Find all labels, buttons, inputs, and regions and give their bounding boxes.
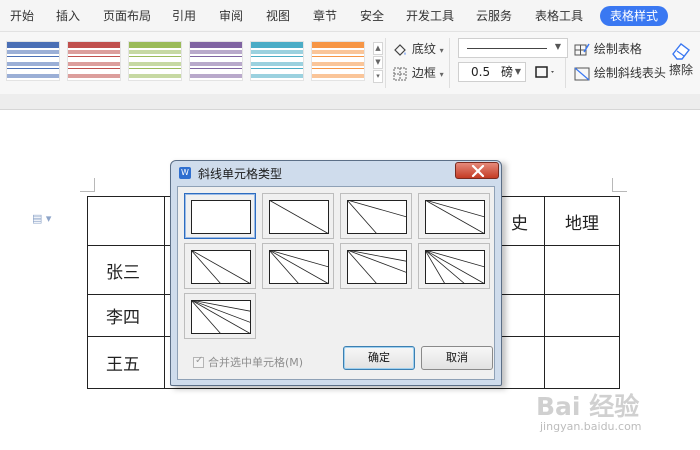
line-width-select[interactable]: 0.5 磅 ▼ bbox=[458, 62, 526, 82]
ok-button[interactable]: 确定 bbox=[343, 346, 415, 370]
table-style-swatch[interactable] bbox=[67, 41, 121, 81]
draw-diagonal-header-button[interactable]: 绘制斜线表头 bbox=[574, 64, 666, 82]
page-corner-mark bbox=[94, 178, 95, 192]
menu-table-style[interactable]: 表格样式 bbox=[600, 6, 668, 26]
border-button[interactable]: 边框 ▾ bbox=[392, 64, 444, 82]
border-color-icon bbox=[535, 66, 554, 78]
gallery-expand[interactable]: ▾ bbox=[373, 70, 383, 83]
table-style-swatch[interactable] bbox=[311, 41, 365, 81]
merge-cells-label: 合并选中单元格(M) bbox=[208, 356, 304, 369]
diagonal-header-icon bbox=[574, 67, 590, 80]
diagonal-type-preview-icon bbox=[269, 250, 329, 284]
checkmark-icon: ✓ bbox=[195, 355, 204, 366]
wps-app-icon: W bbox=[179, 167, 191, 179]
draw-table-label: 绘制表格 bbox=[593, 42, 642, 56]
menu-developer[interactable]: 开发工具 bbox=[406, 0, 454, 32]
diagonal-type-preview-icon bbox=[425, 200, 485, 234]
draw-diagonal-header-label: 绘制斜线表头 bbox=[593, 66, 666, 80]
student-name-cell[interactable]: 张三 bbox=[87, 245, 165, 295]
gallery-scroll-down[interactable]: ▼ bbox=[373, 56, 383, 69]
shading-button[interactable]: 底纹 ▾ bbox=[392, 40, 444, 58]
table-cell[interactable] bbox=[544, 336, 620, 389]
eraser-icon bbox=[672, 43, 690, 60]
table-style-swatch[interactable] bbox=[189, 41, 243, 81]
border-color-button[interactable] bbox=[533, 62, 557, 82]
ribbon-footer bbox=[0, 94, 700, 110]
watermark-url: jingyan.baidu.com bbox=[540, 420, 642, 433]
diagonal-type-preview-icon bbox=[191, 300, 251, 334]
diagonal-type-preview-icon bbox=[347, 250, 407, 284]
close-icon bbox=[471, 165, 485, 177]
ribbon-separator bbox=[449, 38, 450, 88]
menu-table-tools[interactable]: 表格工具 bbox=[535, 0, 583, 32]
diagonal-type-preview-icon bbox=[347, 200, 407, 234]
menu-section[interactable]: 章节 bbox=[313, 0, 337, 32]
menu-cloud[interactable]: 云服务 bbox=[476, 0, 512, 32]
table-cell[interactable] bbox=[544, 245, 620, 295]
draw-table-button[interactable]: 绘制表格 bbox=[574, 40, 642, 58]
table-cell[interactable] bbox=[544, 294, 620, 337]
gallery-scroll-up[interactable]: ▲ bbox=[373, 42, 383, 55]
paint-bucket-icon bbox=[394, 43, 406, 56]
dialog-titlebar[interactable]: W 斜线单元格类型 bbox=[171, 161, 501, 185]
cancel-button[interactable]: 取消 bbox=[421, 346, 493, 370]
ribbon-separator bbox=[385, 38, 386, 88]
diagonal-type-preview-icon bbox=[425, 250, 485, 284]
menu-page-layout[interactable]: 页面布局 bbox=[103, 0, 151, 32]
diagonal-type-option[interactable] bbox=[340, 243, 412, 289]
menu-security[interactable]: 安全 bbox=[360, 0, 384, 32]
page-corner-mark bbox=[613, 191, 627, 192]
dialog-body: ✓ 合并选中单元格(M) 确定 取消 bbox=[177, 186, 495, 380]
diagonal-type-option[interactable] bbox=[184, 293, 256, 339]
line-width-unit: 磅 bbox=[501, 65, 514, 79]
diagonal-type-option[interactable] bbox=[184, 193, 256, 239]
page-corner-mark bbox=[612, 178, 613, 192]
table-style-swatch[interactable] bbox=[6, 41, 60, 81]
diagonal-type-option[interactable] bbox=[340, 193, 412, 239]
menu-insert[interactable]: 插入 bbox=[56, 0, 80, 32]
chevron-down-icon: ▼ bbox=[514, 67, 521, 76]
diagonal-cell-type-dialog: W 斜线单元格类型 ✓ 合并选中单元格(M) 确定 取消 bbox=[170, 160, 502, 386]
table-header-cell[interactable]: 地理 bbox=[544, 196, 620, 246]
eraser-label: 擦除 bbox=[668, 63, 693, 77]
eraser-button[interactable]: 擦除 bbox=[666, 40, 696, 84]
diagonal-type-option[interactable] bbox=[418, 243, 490, 289]
dialog-title: 斜线单元格类型 bbox=[198, 167, 283, 181]
chevron-down-icon: ▼ bbox=[554, 42, 561, 51]
student-name-cell[interactable]: 王五 bbox=[87, 336, 165, 389]
student-name-cell[interactable]: 李四 bbox=[87, 294, 165, 337]
menu-bar: 开始 插入 页面布局 引用 审阅 视图 章节 安全 开发工具 云服务 表格工具 … bbox=[0, 0, 700, 32]
dialog-close-button[interactable] bbox=[455, 162, 499, 179]
diagonal-type-preview-icon bbox=[191, 200, 251, 234]
menu-home[interactable]: 开始 bbox=[10, 0, 34, 32]
draw-table-icon bbox=[574, 43, 590, 55]
diagonal-type-option[interactable] bbox=[184, 243, 256, 289]
line-style-preview bbox=[467, 48, 547, 49]
line-style-select[interactable]: ▼ bbox=[458, 38, 568, 58]
table-style-swatch[interactable] bbox=[250, 41, 304, 81]
shading-label: 底纹 bbox=[411, 42, 436, 56]
menu-review[interactable]: 审阅 bbox=[219, 0, 243, 32]
diagonal-type-option[interactable] bbox=[262, 193, 334, 239]
diagonal-type-preview-icon bbox=[269, 200, 329, 234]
diagonal-type-preview-icon bbox=[191, 250, 251, 284]
table-move-handle-icon[interactable]: ▤ ▾ bbox=[32, 212, 51, 225]
line-width-value: 0.5 bbox=[471, 65, 491, 79]
border-icon bbox=[393, 67, 407, 80]
baidu-jingyan-watermark-logo: Bai 经验 bbox=[536, 392, 640, 421]
menu-view[interactable]: 视图 bbox=[266, 0, 290, 32]
page-corner-mark bbox=[80, 191, 94, 192]
menu-references[interactable]: 引用 bbox=[172, 0, 196, 32]
diagonal-type-option[interactable] bbox=[418, 193, 490, 239]
diagonal-type-option[interactable] bbox=[262, 243, 334, 289]
table-cell[interactable] bbox=[87, 196, 165, 246]
table-style-swatch[interactable] bbox=[128, 41, 182, 81]
border-label: 边框 bbox=[411, 66, 436, 80]
merge-cells-checkbox[interactable]: ✓ bbox=[193, 355, 204, 368]
